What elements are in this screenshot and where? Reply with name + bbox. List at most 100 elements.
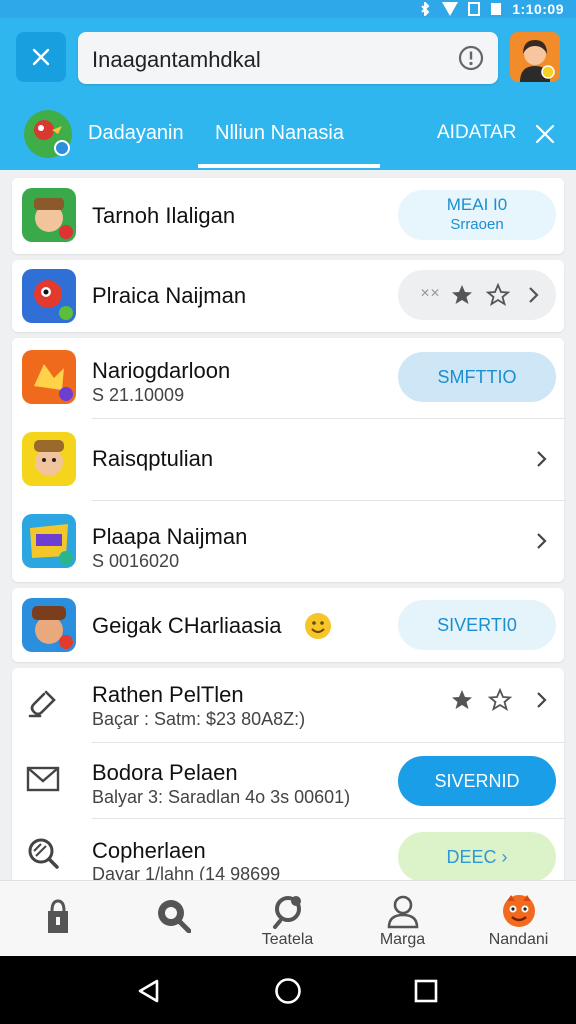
attachment-icon	[28, 690, 56, 718]
app-bar: Inaagantamhdkal Dadayanin Nlliun Nanasia…	[0, 18, 576, 170]
list-item-title: Rathen PelTlen	[92, 682, 244, 707]
nav-item-bag[interactable]	[0, 881, 115, 957]
list-item-title: Plraica Naijman	[92, 283, 247, 308]
list-item[interactable]: Rathen PelTlen Baçar : Satm: $23 80A8Z:)	[12, 668, 564, 742]
action-button[interactable]: MEAI I0 Srraoen	[398, 190, 556, 240]
action-button[interactable]: SMFTTIO	[398, 352, 556, 402]
mascot-icon	[503, 895, 535, 927]
list-group: Rathen PelTlen Baçar : Satm: $23 80A8Z:)…	[12, 668, 564, 880]
list-item-title: Plaapa Naijman	[92, 524, 248, 549]
divider	[92, 742, 564, 743]
tab-dadayanin[interactable]: Dadayanin	[88, 122, 184, 145]
search-input-value: Inaagantamhdkal	[92, 47, 261, 72]
bag-icon	[48, 899, 68, 933]
action-button-label: SIVERTI0	[437, 614, 517, 635]
action-button-label: DEEC ›	[446, 846, 508, 867]
bluetooth-icon	[421, 2, 430, 16]
list-item-title: Bodora Pelaen	[92, 760, 238, 785]
list-item-subtitle: Baçar : Satm: $23 80A8Z:)	[92, 709, 306, 729]
nav-label: Marga	[379, 931, 426, 948]
list-item[interactable]: Geigak CHarliaasia SIVERTI0	[12, 588, 564, 662]
list-item-title: Geigak CHarliaasia	[92, 613, 282, 638]
chevron-right-icon[interactable]	[532, 691, 550, 709]
status-bar: 1:10:09	[0, 0, 576, 18]
list-item[interactable]: Nariogdarloon S 21.10009 SMFTTIO	[12, 338, 564, 418]
rating-control[interactable]: ✕✕	[398, 270, 556, 320]
status-time: 1:10:09	[512, 1, 564, 17]
action-button-label: SIVERNID	[434, 770, 520, 791]
app-icon-bird	[22, 269, 76, 323]
app-icon-character	[22, 432, 76, 486]
app-icon-game	[22, 188, 76, 242]
divider	[92, 818, 564, 819]
app-icon-puzzle	[22, 350, 76, 404]
info-icon[interactable]	[458, 45, 484, 71]
rating-prefix: ✕✕	[420, 286, 441, 300]
bottom-navigation: Teatela Marga Nandani	[0, 880, 576, 957]
tab-nlliun-nanasia[interactable]: Nlliun Nanasia	[215, 122, 344, 145]
search-icon	[158, 900, 191, 933]
list-item[interactable]: Tarnoh Ilaligan MEAI I0 Srraoen	[12, 178, 564, 254]
list-item-subtitle: S 0016020	[92, 551, 180, 571]
action-button[interactable]: SIVERTI0	[398, 600, 556, 650]
search-icon	[28, 838, 59, 869]
app-logo-icon	[24, 110, 72, 158]
system-navigation-bar	[0, 956, 576, 1024]
action-button[interactable]: DEEC ›	[398, 832, 556, 880]
list-item[interactable]: Copherlaen Dayar 1/lahn (14 98699 DEEC ›	[12, 820, 564, 880]
nav-label: Teatela	[261, 931, 314, 948]
app-icon-hero	[22, 598, 76, 652]
star-outline-icon[interactable]	[488, 688, 512, 712]
signal-icon	[442, 2, 459, 16]
list-item-subtitle: Balyar 3: Saradlan 4o 3s 00601)	[92, 787, 351, 807]
action-button-label: MEAI I0	[446, 195, 508, 214]
divider	[92, 418, 564, 419]
back-icon[interactable]	[136, 978, 162, 1004]
home-icon[interactable]	[274, 977, 302, 1005]
avatar-image	[510, 32, 560, 82]
close-icon	[32, 48, 50, 66]
close-button[interactable]	[16, 32, 66, 82]
mail-icon	[26, 766, 60, 792]
chevron-right-icon[interactable]	[532, 532, 550, 550]
active-tab-indicator	[198, 164, 380, 168]
star-filled-icon[interactable]	[450, 283, 474, 307]
chevron-right-icon[interactable]	[532, 450, 550, 468]
person-icon	[387, 895, 419, 929]
action-button-sublabel: Srraoen	[450, 216, 504, 233]
list-item-title: Raisqptulian	[92, 446, 214, 471]
status-icons: 1:10:09	[418, 0, 564, 18]
list-item[interactable]: Plaapa Naijman S 0016020	[12, 502, 564, 582]
search-input[interactable]: Inaagantamhdkal	[78, 32, 498, 84]
list-item[interactable]: Bodora Pelaen Balyar 3: Saradlan 4o 3s 0…	[12, 744, 564, 818]
action-button-label: SMFTTIO	[437, 366, 517, 387]
divider	[92, 500, 564, 501]
nav-item-teatela[interactable]: Teatela	[230, 881, 345, 957]
nav-label: Nandani	[488, 931, 549, 948]
nav-item-search[interactable]	[115, 881, 230, 957]
explore-icon	[273, 896, 301, 929]
app-icon-badge	[22, 514, 76, 568]
action-button[interactable]: SIVERNID	[398, 756, 556, 806]
smiley-emoji-icon	[305, 613, 331, 639]
list-item-subtitle: Dayar 1/lahn (14 98699	[92, 864, 281, 880]
star-outline-icon[interactable]	[486, 283, 510, 307]
list-item-title: Tarnoh Ilaligan	[92, 203, 236, 228]
avatar[interactable]	[510, 32, 560, 82]
recents-icon[interactable]	[414, 979, 438, 1003]
tab-bar: Dadayanin Nlliun Nanasia AIDATAR	[0, 104, 576, 170]
list-item-title: Copherlaen	[92, 838, 206, 863]
close-icon[interactable]	[532, 121, 558, 147]
list-item[interactable]: Raisqptulian	[12, 420, 564, 498]
list-item-title: Nariogdarloon	[92, 358, 231, 383]
list-group: Nariogdarloon S 21.10009 SMFTTIO Raisqpt…	[12, 338, 564, 582]
sim-icon	[468, 2, 481, 16]
chevron-right-icon[interactable]	[524, 286, 542, 304]
list-item-subtitle: S 21.10009	[92, 385, 185, 405]
nav-item-nandani[interactable]: Nandani	[461, 881, 576, 957]
nav-item-marga[interactable]: Marga	[345, 881, 460, 957]
tab-aidatar[interactable]: AIDATAR	[437, 122, 517, 144]
battery-icon	[491, 3, 502, 15]
star-filled-icon[interactable]	[450, 688, 474, 712]
list-item[interactable]: Plraica Naijman ✕✕	[12, 260, 564, 332]
